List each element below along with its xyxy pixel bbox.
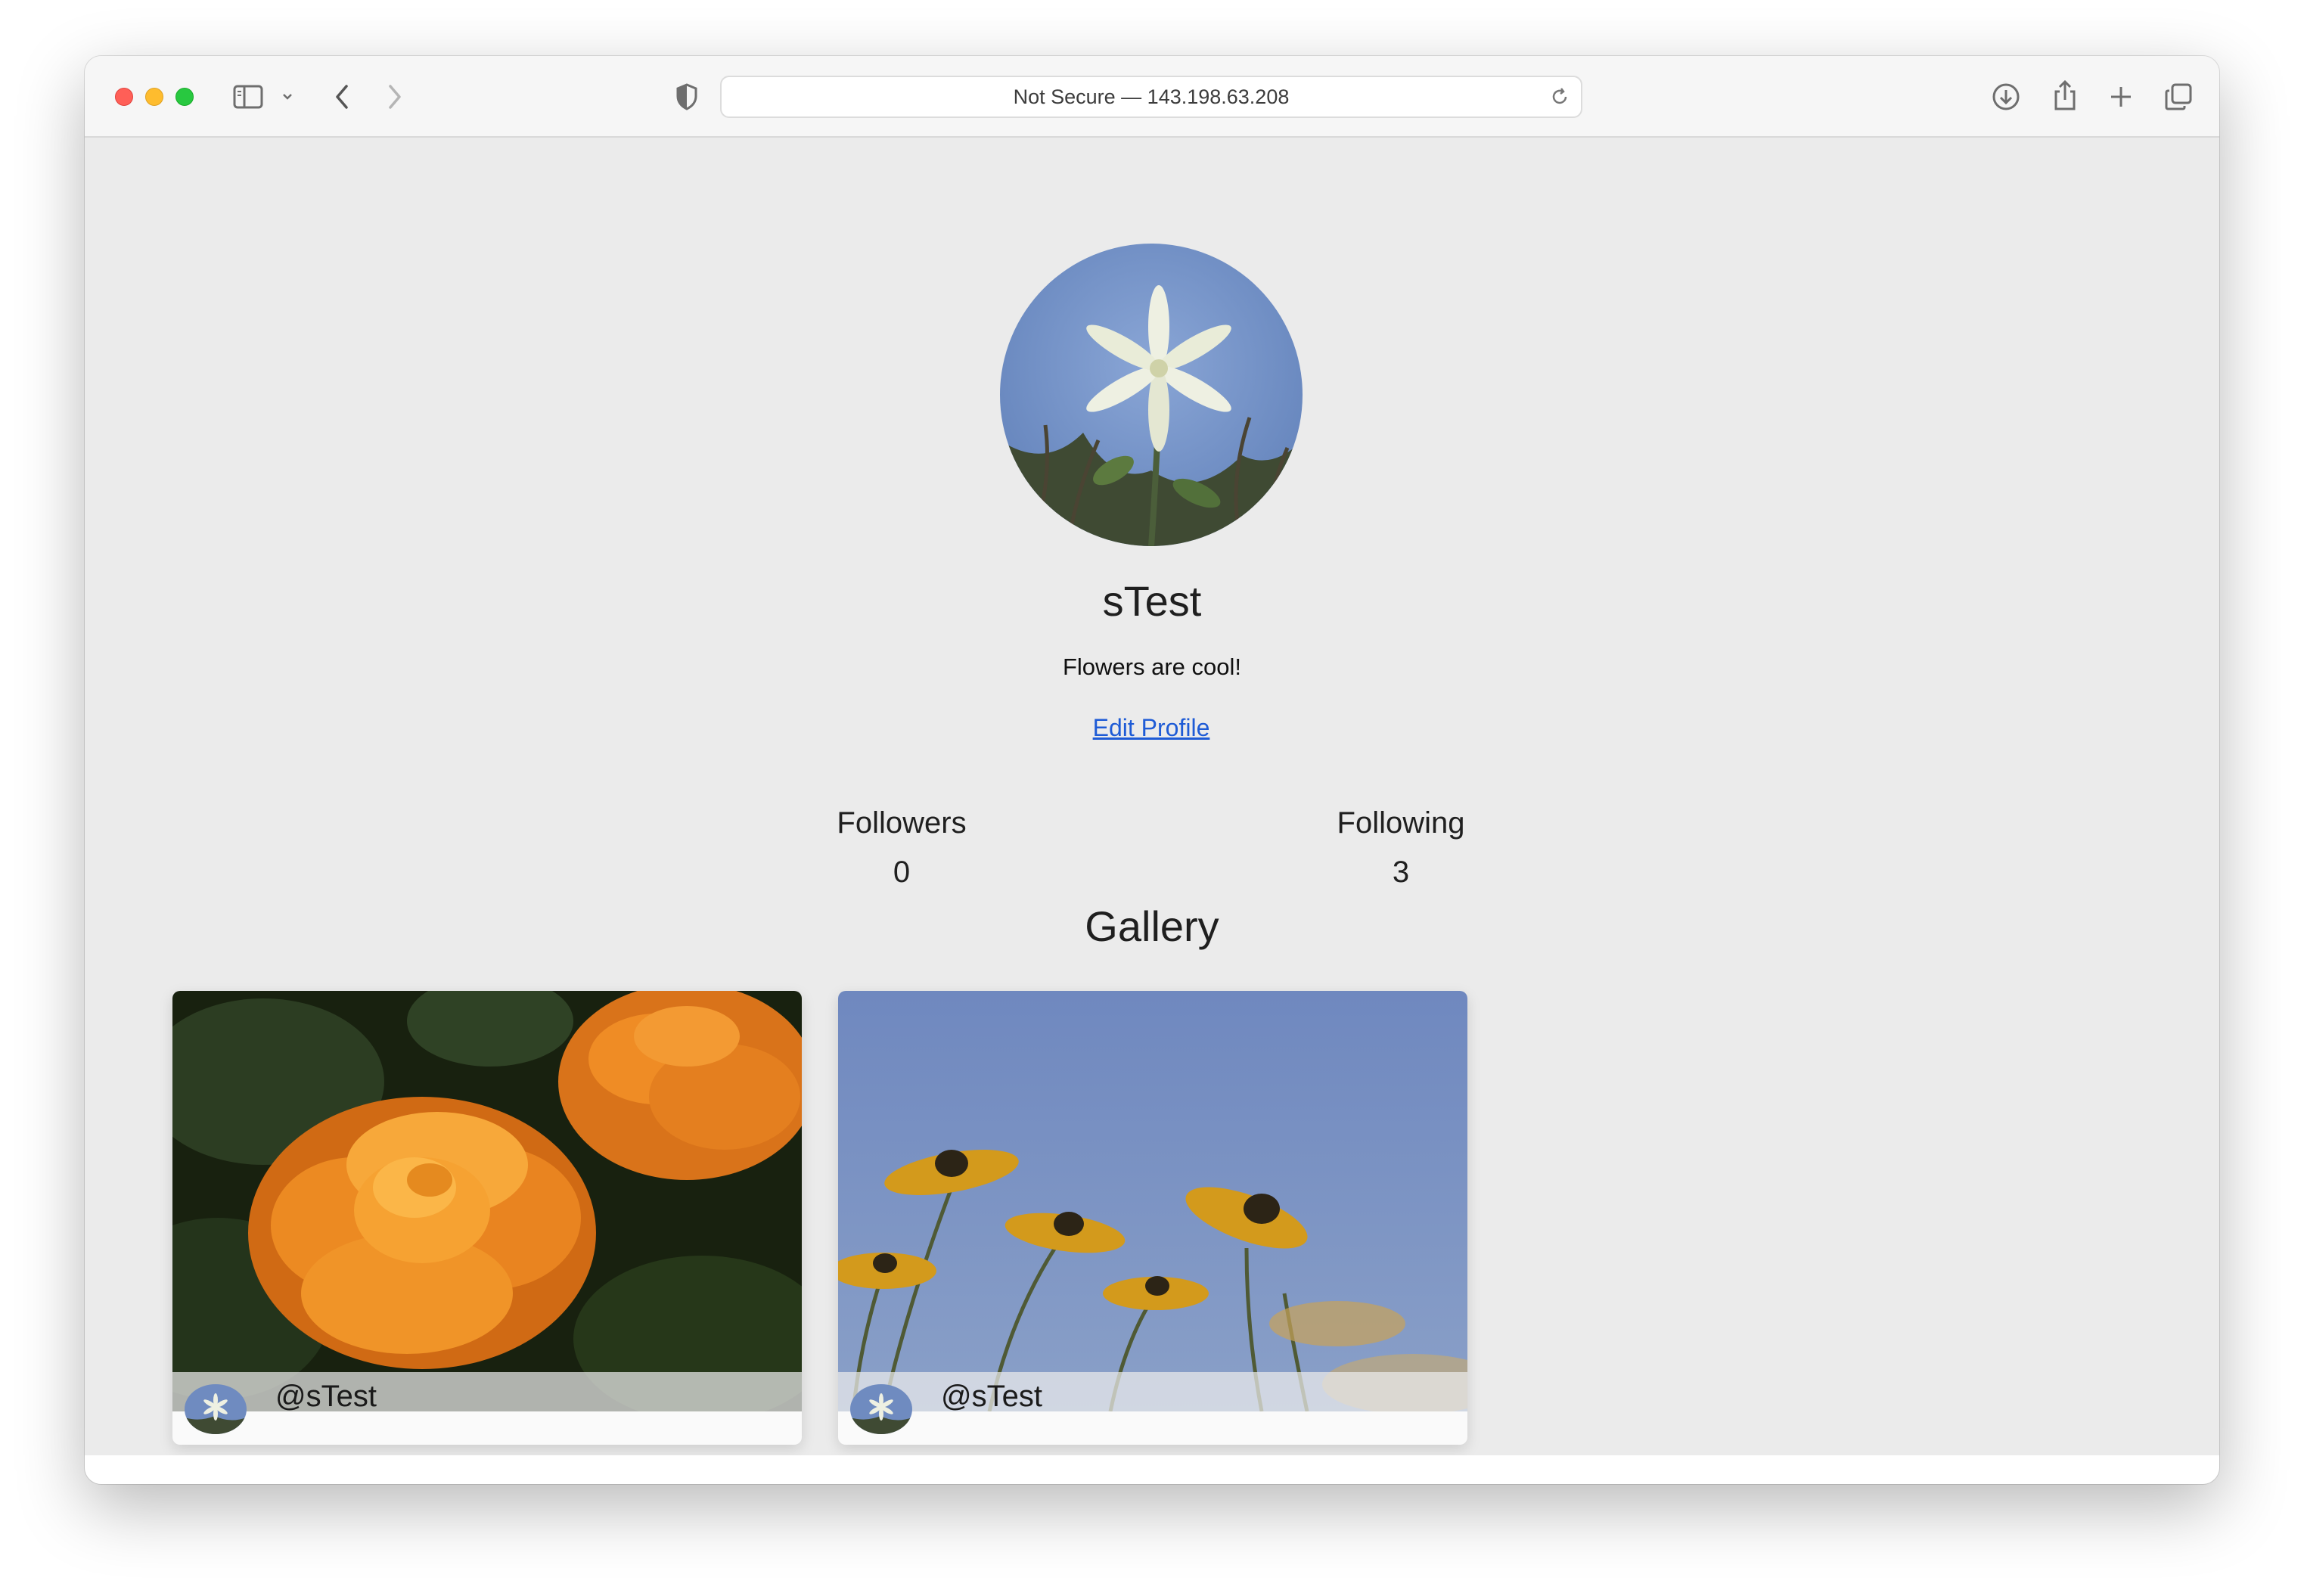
- page-bottom-strip: [85, 1455, 2219, 1484]
- post-author-handle[interactable]: @sTest: [275, 1380, 377, 1414]
- followers-count: 0: [893, 855, 911, 889]
- following-stat[interactable]: Following 3: [1287, 806, 1514, 890]
- followers-stat[interactable]: Followers 0: [788, 806, 1015, 890]
- post-image[interactable]: [172, 991, 802, 1422]
- browser-toolbar: Not Secure — 143.198.63.208: [85, 56, 2219, 138]
- post-author-handle[interactable]: @sTest: [941, 1380, 1042, 1414]
- reload-icon[interactable]: [1549, 86, 1570, 111]
- post-image[interactable]: [838, 991, 1467, 1414]
- back-icon[interactable]: [327, 82, 357, 112]
- sidebar-icon[interactable]: [233, 83, 263, 110]
- gallery-post[interactable]: @sTest: [838, 991, 1467, 1445]
- edit-profile-link[interactable]: Edit Profile: [1091, 714, 1212, 742]
- close-window-button[interactable]: [115, 88, 133, 106]
- forward-icon[interactable]: [380, 82, 410, 112]
- post-author-avatar[interactable]: [185, 1384, 247, 1434]
- profile-username: sTest: [1102, 577, 1202, 625]
- address-text: Not Secure — 143.198.63.208: [1013, 85, 1290, 108]
- page-content: sTest Flowers are cool! Edit Profile Fol…: [85, 138, 2219, 1455]
- gallery-post[interactable]: @sTest: [172, 991, 802, 1445]
- browser-window: Not Secure — 143.198.63.208 sTest Flower…: [85, 56, 2219, 1484]
- zoom-window-button[interactable]: [175, 88, 194, 106]
- gallery-heading: Gallery: [1085, 902, 1219, 950]
- share-icon[interactable]: [2050, 79, 2080, 112]
- new-tab-icon[interactable]: [2106, 82, 2136, 112]
- following-label: Following: [1337, 806, 1465, 840]
- tab-overview-icon[interactable]: [2163, 82, 2194, 112]
- post-footer: [838, 1372, 1467, 1411]
- followers-label: Followers: [837, 806, 967, 840]
- following-count: 3: [1392, 855, 1410, 889]
- download-icon[interactable]: [1991, 82, 2021, 112]
- minimize-window-button[interactable]: [145, 88, 163, 106]
- post-author-avatar[interactable]: [850, 1384, 912, 1434]
- profile-avatar: [1000, 244, 1303, 546]
- address-bar[interactable]: Not Secure — 143.198.63.208: [720, 76, 1582, 118]
- shield-icon[interactable]: [672, 82, 702, 112]
- post-footer: [172, 1372, 802, 1411]
- profile-bio: Flowers are cool!: [1062, 654, 1242, 680]
- chevron-down-icon[interactable]: [280, 89, 295, 104]
